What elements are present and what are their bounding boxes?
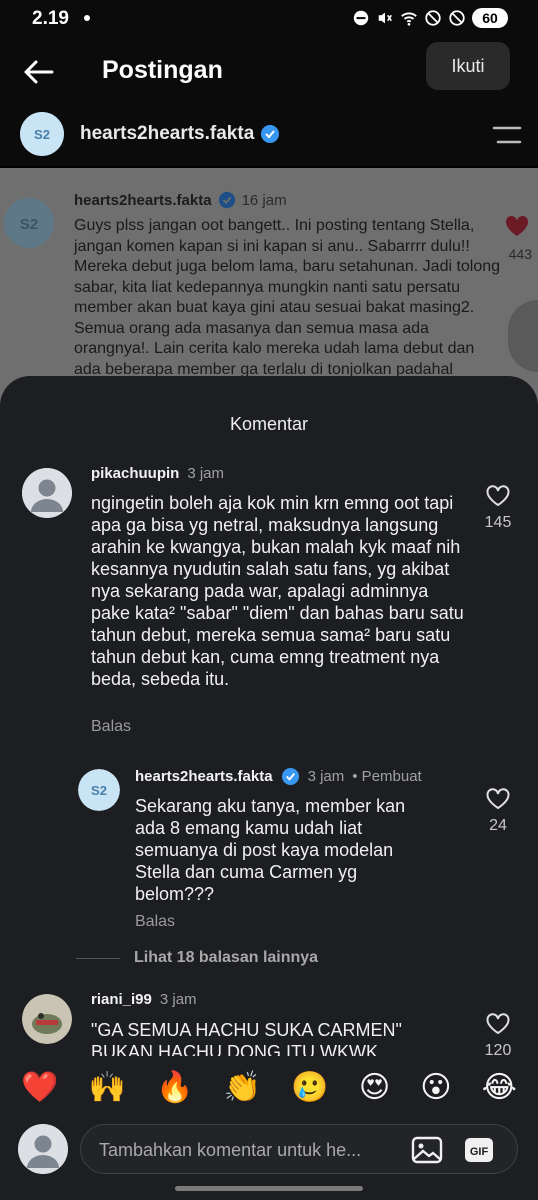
- account-avatar[interactable]: S2: [20, 112, 64, 156]
- account-name-group[interactable]: hearts2hearts.fakta: [80, 123, 280, 145]
- reply-username[interactable]: hearts2hearts.fakta: [135, 768, 273, 785]
- logo-icon: S2: [78, 769, 120, 811]
- post-content: S2 hearts2hearts.fakta 16 jam Guys plss …: [0, 168, 538, 408]
- home-indicator[interactable]: [175, 1186, 363, 1191]
- default-avatar-icon: [22, 468, 72, 518]
- comment-like-count: 145: [484, 514, 512, 531]
- svg-text:S2: S2: [20, 216, 38, 233]
- top-app-bar: Postingan Ikuti: [0, 36, 538, 106]
- dnd-icon: [353, 10, 369, 26]
- post-like-count: 443: [508, 246, 532, 262]
- view-more-replies-button[interactable]: Lihat 18 balasan lainnya: [76, 949, 318, 967]
- gif-icon[interactable]: GIF: [463, 1135, 495, 1165]
- default-avatar-icon: [18, 1124, 68, 1174]
- status-icons: 60: [352, 8, 508, 28]
- svg-text:GIF: GIF: [470, 1146, 489, 1158]
- comment-username[interactable]: pikachuupin: [91, 465, 179, 482]
- mute-icon: [378, 12, 392, 24]
- comment-time: 3 jam: [159, 991, 197, 1008]
- menu-icon[interactable]: [492, 124, 522, 146]
- heart-outline-icon[interactable]: [485, 1012, 511, 1036]
- battery-indicator: 60: [472, 8, 508, 28]
- author-tag: • Pembuat: [352, 768, 422, 785]
- page-title: Postingan: [102, 56, 223, 84]
- comment-input-placeholder[interactable]: Tambahkan komentar untuk he...: [99, 1140, 361, 1161]
- post-caption: Guys plss jangan oot bangett.. Ini posti…: [74, 217, 501, 378]
- post-username[interactable]: hearts2hearts.fakta: [74, 192, 212, 209]
- post-header: hearts2hearts.fakta 16 jam: [74, 191, 287, 209]
- post-time: 16 jam: [241, 191, 287, 209]
- blocked-icon: [425, 10, 441, 26]
- emoji-surprised[interactable]: 😮: [420, 1073, 451, 1103]
- notification-dot: [84, 15, 90, 21]
- emoji-laughing[interactable]: 😂: [482, 1073, 517, 1103]
- comment-username[interactable]: riani_i99: [91, 991, 152, 1008]
- profile-photo-icon: [22, 994, 72, 1044]
- status-time: 2.19: [32, 8, 69, 29]
- comment-text: ngingetin boleh aja kok min krn emng oot…: [91, 493, 464, 689]
- logo-icon: S2: [4, 198, 54, 248]
- emoji-heart-eyes[interactable]: 😍: [359, 1073, 390, 1103]
- emoji-fire[interactable]: 🔥: [156, 1073, 193, 1103]
- heart-filled-icon[interactable]: [504, 214, 530, 238]
- reply-text: Sekarang aku tanya, member kan ada 8 ema…: [135, 796, 406, 904]
- emoji-raised-hands[interactable]: 🙌: [89, 1073, 126, 1103]
- emoji-heart[interactable]: ❤️: [21, 1073, 58, 1103]
- logo-icon: S2: [20, 112, 64, 156]
- floating-button[interactable]: [508, 300, 538, 372]
- comment-avatar[interactable]: [22, 468, 72, 518]
- reply-like-count: 24: [489, 817, 507, 834]
- comment-input[interactable]: Tambahkan komentar untuk he... GIF: [80, 1124, 518, 1174]
- verified-badge-icon: [218, 191, 235, 209]
- comment-header: pikachuupin 3 jam: [91, 465, 224, 482]
- account-name[interactable]: hearts2hearts.fakta: [80, 123, 254, 145]
- view-more-replies-label[interactable]: Lihat 18 balasan lainnya: [134, 949, 318, 967]
- follow-button[interactable]: Ikuti: [426, 42, 510, 90]
- comment-avatar[interactable]: [22, 994, 72, 1044]
- verified-badge-icon: [261, 125, 280, 143]
- reply-button[interactable]: Balas: [91, 718, 131, 736]
- battery-level: 60: [482, 10, 498, 26]
- status-bar: 2.19 60: [0, 0, 538, 36]
- svg-text:S2: S2: [91, 783, 107, 798]
- account-row: S2 hearts2hearts.fakta: [0, 106, 538, 166]
- comment-input-row: Tambahkan komentar untuk he... GIF: [0, 1120, 538, 1180]
- verified-badge-icon: [281, 767, 299, 786]
- sheet-title: Komentar: [229, 414, 309, 434]
- divider-line: [76, 957, 120, 959]
- heart-outline-icon[interactable]: [485, 787, 511, 811]
- reply-avatar[interactable]: S2: [78, 769, 120, 811]
- heart-outline-icon[interactable]: [485, 484, 511, 508]
- comment-time: 3 jam: [187, 465, 225, 482]
- back-arrow-icon[interactable]: [20, 54, 56, 90]
- image-icon[interactable]: [411, 1135, 443, 1165]
- wifi-icon: [401, 12, 417, 26]
- blocked-icon-2: [449, 10, 465, 26]
- emoji-clapping[interactable]: 👏: [224, 1073, 261, 1103]
- emoji-reaction-bar: ❤️ 🙌 🔥 👏 🥲 😍 😮 😂: [0, 1056, 538, 1120]
- reply-header: hearts2hearts.fakta 3 jam • Pembuat: [135, 767, 422, 786]
- reply-time: 3 jam: [307, 768, 345, 785]
- my-avatar: [18, 1124, 68, 1174]
- comment-header: riani_i99 3 jam: [91, 991, 197, 1008]
- emoji-smiling-tear[interactable]: 🥲: [291, 1073, 328, 1103]
- svg-text:S2: S2: [34, 127, 50, 142]
- reply-button[interactable]: Balas: [135, 913, 175, 931]
- post-avatar[interactable]: S2: [4, 198, 54, 248]
